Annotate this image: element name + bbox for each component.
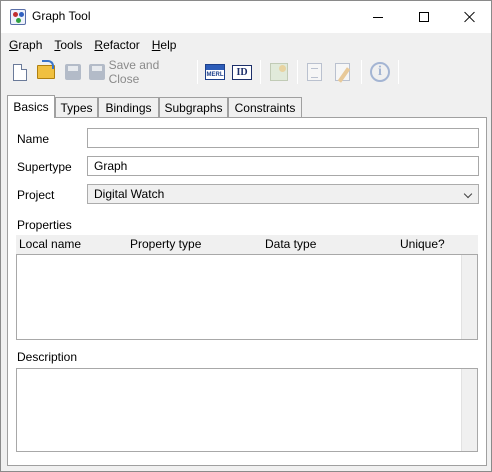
close-icon	[464, 11, 476, 23]
tab-types[interactable]: Types	[55, 97, 98, 117]
app-icon	[10, 9, 26, 25]
title-bar[interactable]: Graph Tool	[1, 1, 491, 33]
menu-refactor-mnemonic: R	[94, 38, 104, 52]
save-button[interactable]	[62, 60, 84, 84]
column-unique[interactable]: Unique?	[400, 237, 445, 251]
edit-icon	[334, 63, 350, 81]
tab-constraints[interactable]: Constraints	[228, 97, 302, 117]
info-icon: i	[370, 62, 390, 82]
edit-button[interactable]	[331, 60, 353, 84]
toolbar-separator	[260, 60, 261, 84]
open-icon	[37, 60, 55, 79]
id-button[interactable]: ID	[230, 60, 254, 84]
info-button[interactable]: i	[368, 60, 392, 84]
project-select-value: Digital Watch	[94, 187, 165, 201]
description-scrollbar[interactable]	[461, 369, 477, 451]
menu-tools-label: ools	[60, 38, 83, 52]
maximize-icon	[419, 12, 429, 22]
supertype-label: Supertype	[17, 160, 72, 174]
column-local-name[interactable]: Local name	[19, 237, 81, 251]
maximize-button[interactable]	[401, 1, 447, 33]
menu-help[interactable]: Help	[146, 35, 183, 55]
description-textarea[interactable]	[16, 368, 478, 452]
properties-table-header: Local name Property type Data type Uniqu…	[16, 235, 478, 254]
window-title: Graph Tool	[32, 9, 91, 23]
properties-label: Properties	[17, 218, 72, 232]
minimize-button[interactable]	[355, 1, 401, 33]
close-button[interactable]	[447, 1, 491, 33]
toolbar: Save and Close MERL ID i	[1, 57, 491, 87]
menu-refactor[interactable]: Refactor	[88, 35, 145, 55]
save-and-close-button[interactable]: Save and Close	[89, 58, 191, 86]
tab-basics[interactable]: Basics	[7, 95, 55, 118]
minimize-icon	[373, 16, 383, 18]
id-icon: ID	[232, 64, 252, 80]
save-and-close-icon	[89, 64, 105, 80]
image-button[interactable]	[267, 60, 291, 84]
properties-table[interactable]	[16, 254, 478, 340]
column-data-type[interactable]: Data type	[265, 237, 316, 251]
open-button[interactable]	[35, 60, 57, 84]
meril-icon: MERL	[205, 64, 225, 80]
chevron-down-icon	[463, 189, 473, 199]
tab-subgraphs[interactable]: Subgraphs	[159, 97, 228, 117]
menu-refactor-label: efactor	[103, 38, 140, 52]
menu-help-label: elp	[160, 38, 177, 52]
document-button[interactable]	[303, 60, 325, 84]
toolbar-separator	[361, 60, 362, 84]
document-icon	[306, 63, 322, 81]
toolbar-separator	[197, 60, 198, 84]
image-icon	[270, 63, 288, 81]
new-button[interactable]	[9, 60, 31, 84]
save-and-close-label: Save and Close	[108, 58, 160, 86]
meril-button[interactable]: MERL	[202, 60, 228, 84]
graph-tool-window: Graph Tool Graph Tools Refactor Help Sav…	[0, 0, 492, 472]
name-field[interactable]	[87, 128, 479, 148]
properties-scrollbar[interactable]	[461, 255, 477, 339]
supertype-field[interactable]: Graph	[87, 156, 479, 176]
menu-tools[interactable]: Tools	[48, 35, 88, 55]
column-property-type[interactable]: Property type	[130, 237, 201, 251]
name-label: Name	[17, 132, 50, 146]
project-select[interactable]: Digital Watch	[87, 184, 479, 204]
save-icon	[65, 64, 81, 80]
project-label: Project	[17, 188, 55, 202]
tab-bindings[interactable]: Bindings	[98, 97, 159, 117]
menu-bar: Graph Tools Refactor Help	[1, 33, 491, 57]
toolbar-separator	[398, 60, 399, 84]
menu-graph-mnemonic: G	[9, 38, 19, 52]
menu-graph-label: raph	[18, 38, 43, 52]
menu-graph[interactable]: Graph	[3, 35, 48, 55]
toolbar-separator	[297, 60, 298, 84]
basics-panel: Name Supertype Graph Project Digital Wat…	[7, 117, 487, 466]
new-icon	[13, 63, 27, 81]
description-label: Description	[17, 350, 78, 364]
